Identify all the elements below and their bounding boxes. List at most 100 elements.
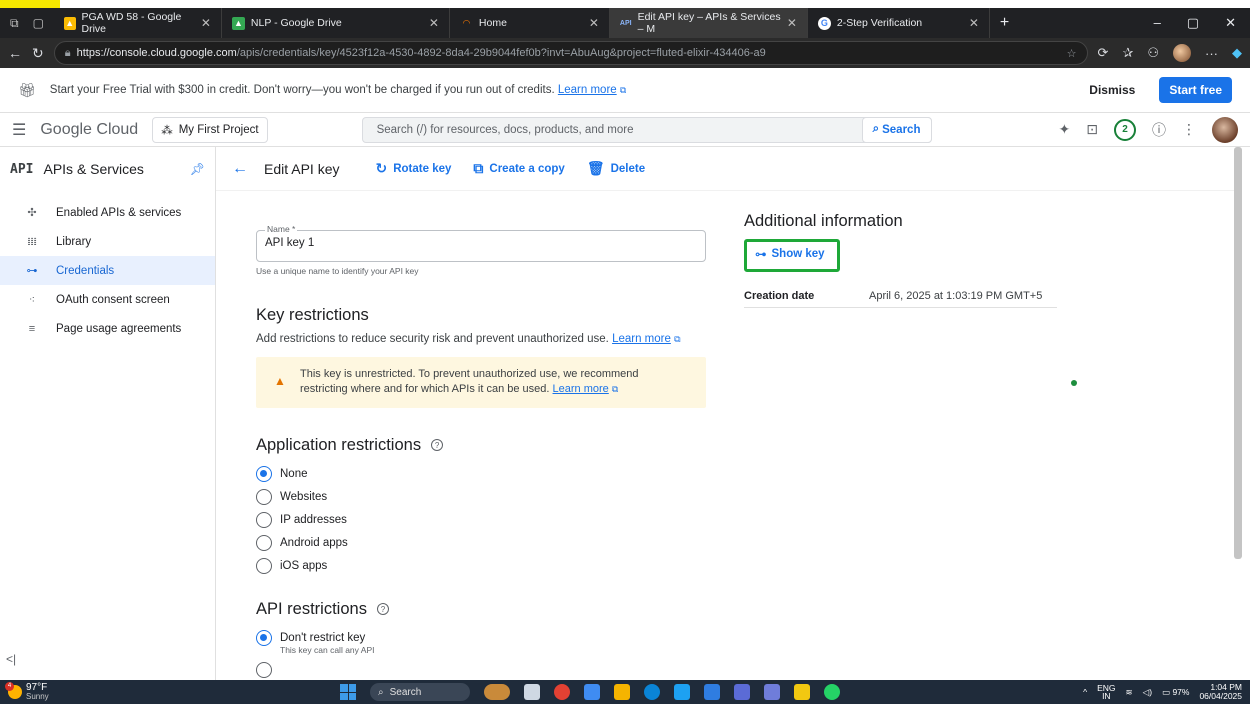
rotate-key-button[interactable]: ↻ Rotate key (375, 160, 451, 177)
api-icon: API (619, 19, 632, 27)
tab-nlp-drive[interactable]: ▲ NLP - Google Drive ✕ (222, 8, 450, 38)
edge-icon[interactable] (644, 684, 660, 700)
powerbi-icon[interactable] (794, 684, 810, 700)
show-key-button[interactable]: ⊶ Show key (744, 239, 840, 272)
warning-text: This key is unrestricted. To prevent una… (300, 368, 639, 380)
radio-android-apps[interactable]: Android apps (256, 532, 706, 555)
collapse-sidebar-icon[interactable]: <| (6, 652, 16, 666)
tab-home[interactable]: ◠ Home ✕ (450, 8, 610, 38)
taskbar-search[interactable]: ⌕ Search (370, 683, 470, 701)
extensions-icon[interactable]: ⟳ (1098, 45, 1109, 61)
tab-edit-api-key[interactable]: API Edit API key – APIs & Services – M ✕ (609, 8, 808, 38)
warning-learn-more-link[interactable]: Learn more (553, 383, 609, 395)
tab-2-step[interactable]: G 2-Step Verification ✕ (808, 8, 990, 38)
store-icon[interactable] (674, 684, 690, 700)
rotate-icon: ↻ (375, 160, 388, 176)
radio-ip-addresses[interactable]: IP addresses (256, 509, 706, 532)
search-button[interactable]: ⌕ Search (861, 116, 932, 143)
key-restrictions-learn-more[interactable]: Learn more (612, 333, 671, 345)
close-icon[interactable]: ✕ (589, 16, 599, 30)
minimize-icon[interactable]: – (1154, 15, 1161, 31)
back-arrow-icon[interactable]: ← (232, 160, 248, 178)
cloud-shell-icon[interactable]: ⊡ (1086, 121, 1098, 138)
url-field[interactable]: 🔒︎ https://console.cloud.google.com/apis… (53, 41, 1088, 65)
radio-button[interactable] (256, 489, 272, 506)
trial-learn-more-link[interactable]: Learn more (558, 84, 617, 96)
search-input[interactable]: Search (/) for resources, docs, products… (361, 116, 932, 143)
volume-icon[interactable]: ◁) (1143, 687, 1152, 698)
sidebar-item-page-usage[interactable]: ≡ Page usage agreements (0, 314, 215, 343)
battery-indicator[interactable]: ▭ 97% (1162, 687, 1189, 698)
radio-button[interactable] (256, 466, 272, 483)
language-indicator[interactable]: ENG IN (1097, 683, 1115, 701)
copilot-icon[interactable]: ◆ (1232, 45, 1242, 61)
name-field[interactable]: Name * API key 1 (256, 224, 706, 262)
wifi-icon[interactable]: ≋ (1126, 687, 1133, 698)
gemini-icon[interactable]: ✦ (1059, 121, 1071, 138)
radio-button[interactable] (256, 630, 272, 647)
google-cloud-logo[interactable]: Google Cloud (40, 121, 138, 139)
windows-start-icon[interactable] (340, 684, 356, 700)
chrome-icon[interactable] (554, 684, 570, 700)
sidebar-item-oauth[interactable]: ⁖ OAuth consent screen (0, 285, 215, 314)
menu-icon[interactable]: ☰ (12, 120, 26, 140)
maximize-icon[interactable]: ▢ (1187, 15, 1199, 31)
weather-widget[interactable]: 4 97°F Sunny (0, 682, 340, 701)
workspaces-icon[interactable]: ⧉ (10, 16, 19, 31)
radio-button[interactable] (256, 662, 272, 679)
radio-button[interactable] (256, 535, 272, 552)
api-logo-icon: API (10, 161, 34, 177)
task-view-icon[interactable] (524, 684, 540, 700)
tab-actions-icon[interactable]: ▢ (33, 16, 44, 31)
radio-button[interactable] (256, 558, 272, 575)
file-explorer-icon[interactable] (614, 684, 630, 700)
project-picker-button[interactable]: ⁂ My First Project (152, 116, 268, 143)
whatsapp-icon[interactable] (824, 684, 840, 700)
close-icon[interactable]: ✕ (787, 16, 797, 30)
teams-icon[interactable] (764, 684, 780, 700)
close-icon[interactable]: ✕ (201, 16, 211, 30)
radio-ios-apps[interactable]: iOS apps (256, 555, 706, 578)
help-icon[interactable]: ? (376, 603, 389, 616)
radio-button[interactable] (256, 512, 272, 529)
radio-websites[interactable]: Websites (256, 486, 706, 509)
avatar[interactable] (1212, 116, 1238, 143)
refresh-icon[interactable]: ↻ (32, 45, 44, 62)
profile-switch-icon[interactable]: ⚇ (1147, 45, 1159, 61)
clock[interactable]: 1:04 PM 06/04/2025 (1199, 682, 1242, 702)
favorite-star-icon[interactable]: ☆ (1067, 47, 1077, 60)
radio-restrict-key[interactable] (256, 659, 706, 680)
outlook-icon[interactable] (704, 684, 720, 700)
scrollbar[interactable] (1234, 147, 1242, 559)
sidebar-item-library[interactable]: 𝍖 Library (0, 227, 215, 256)
more-vert-icon[interactable]: ⋮ (1182, 121, 1196, 138)
sidebar-item-credentials[interactable]: ⊶ Credentials (0, 256, 215, 285)
app-icon[interactable] (734, 684, 750, 700)
delete-button[interactable]: 🗑︎ Delete (587, 160, 645, 177)
pin-icon[interactable]: 📌︎ (190, 162, 205, 176)
start-free-button[interactable]: Start free (1159, 77, 1232, 103)
help-icon[interactable]: ⓘ (1152, 120, 1166, 140)
new-tab-icon[interactable]: + (990, 14, 1019, 32)
key-icon: ⊶ (26, 265, 38, 277)
app-restriction-options: None Websites IP addresses Android apps … (256, 463, 706, 578)
chevron-up-icon[interactable]: ^ (1083, 687, 1087, 697)
dismiss-button[interactable]: Dismiss (1089, 83, 1135, 97)
lock-icon[interactable]: 🔒︎ (65, 47, 71, 60)
copilot-app-icon[interactable] (584, 684, 600, 700)
tab-pga-drive[interactable]: ▲ PGA WD 58 - Google Drive ✕ (54, 8, 222, 38)
favorites-icon[interactable]: ✰ (1122, 45, 1133, 61)
help-icon[interactable]: ? (431, 439, 444, 452)
close-window-icon[interactable]: ✕ (1225, 15, 1236, 31)
browser-profile-icon[interactable] (1173, 44, 1191, 62)
sidebar-item-enabled-apis[interactable]: ✣ Enabled APIs & services (0, 198, 215, 227)
more-menu-icon[interactable]: ··· (1205, 46, 1218, 61)
radio-none[interactable]: None (256, 463, 706, 486)
back-nav-icon[interactable]: ← (8, 45, 22, 61)
notifications-badge[interactable]: 2 (1114, 118, 1136, 141)
close-icon[interactable]: ✕ (429, 16, 439, 30)
close-icon[interactable]: ✕ (969, 16, 979, 30)
create-copy-button[interactable]: ⧉ Create a copy (473, 160, 564, 177)
widgets-icon[interactable] (484, 684, 510, 700)
application-restrictions-heading: Application restrictions ? (256, 436, 706, 455)
